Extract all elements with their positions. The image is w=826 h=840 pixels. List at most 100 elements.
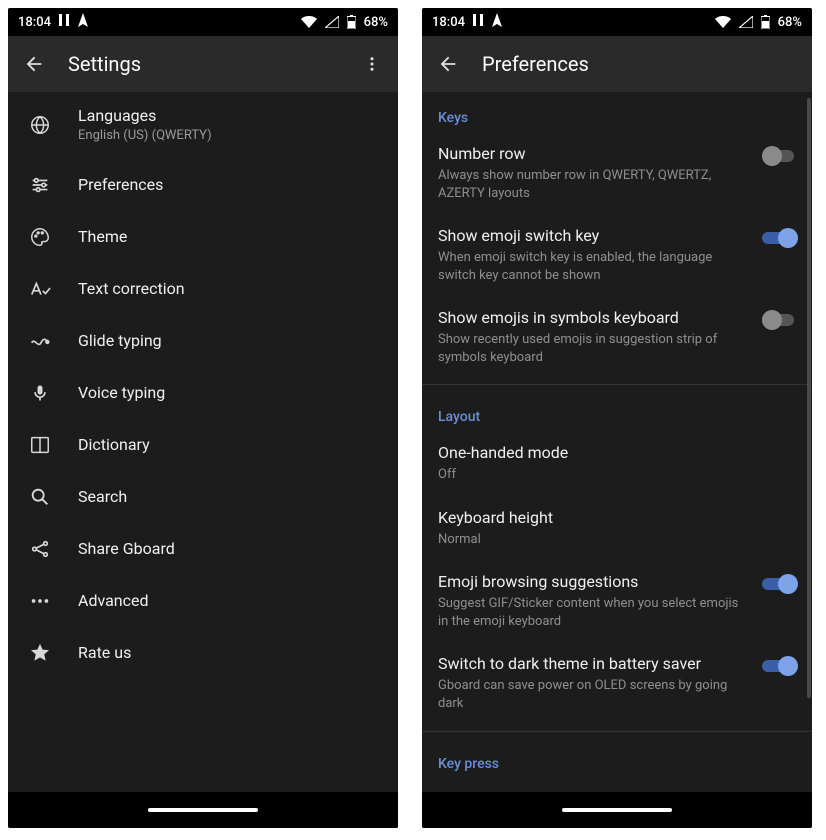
pref-subtitle: When emoji switch key is enabled, the la… <box>438 249 746 284</box>
wifi-icon <box>715 16 731 28</box>
list-item-title: Dictionary <box>78 435 382 454</box>
settings-screen: 18:04 68% Settings <box>8 8 398 828</box>
navigation-bar[interactable] <box>422 792 812 828</box>
pref-number-row[interactable]: Number row Always show number row in QWE… <box>422 132 812 214</box>
pause-icon <box>59 14 69 30</box>
switch-emoji-browsing[interactable] <box>762 574 798 594</box>
settings-item-rate-us[interactable]: Rate us <box>8 627 398 679</box>
pref-title: Show emojis in symbols keyboard <box>438 308 746 327</box>
list-item-title: Languages <box>78 106 382 125</box>
status-time: 18:04 <box>18 15 51 30</box>
switch-emoji-switch-key[interactable] <box>762 228 798 248</box>
switch-emojis-symbols[interactable] <box>762 310 798 330</box>
status-battery-pct: 68% <box>778 15 802 30</box>
status-battery-pct: 68% <box>364 15 388 30</box>
signal-icon <box>739 16 753 28</box>
app-bar: Preferences <box>422 36 812 92</box>
share-icon <box>28 537 52 561</box>
settings-list: Languages English (US) (QWERTY) Preferen… <box>8 92 398 792</box>
settings-item-dictionary[interactable]: Dictionary <box>8 419 398 471</box>
pref-show-emojis-symbols-keyboard[interactable]: Show emojis in symbols keyboard Show rec… <box>422 296 812 378</box>
battery-icon <box>347 15 356 29</box>
status-bar: 18:04 68% <box>8 8 398 36</box>
glide-icon <box>28 329 52 353</box>
settings-item-voice-typing[interactable]: Voice typing <box>8 367 398 419</box>
divider <box>422 384 812 385</box>
list-item-title: Share Gboard <box>78 539 382 558</box>
sliders-icon <box>28 173 52 197</box>
mic-icon <box>28 381 52 405</box>
navigation-icon <box>491 13 503 31</box>
list-item-title: Text correction <box>78 279 382 298</box>
wifi-icon <box>301 16 317 28</box>
pref-title: Keyboard height <box>438 508 798 527</box>
switch-dark-theme-battery[interactable] <box>762 656 798 676</box>
back-button[interactable] <box>20 36 48 92</box>
more-vert-icon <box>363 55 381 73</box>
pref-subtitle: Gboard can save power on OLED screens by… <box>438 677 746 712</box>
status-time: 18:04 <box>432 15 465 30</box>
appbar-title: Preferences <box>482 52 800 76</box>
navigation-icon <box>77 13 89 31</box>
settings-item-theme[interactable]: Theme <box>8 211 398 263</box>
pref-subtitle: Suggest GIF/Sticker content when you sel… <box>438 595 746 630</box>
palette-icon <box>28 225 52 249</box>
dictionary-icon <box>28 433 52 457</box>
pref-title: Sound on keypress <box>438 790 746 792</box>
settings-item-languages[interactable]: Languages English (US) (QWERTY) <box>8 92 398 159</box>
battery-icon <box>761 15 770 29</box>
settings-item-share-gboard[interactable]: Share Gboard <box>8 523 398 575</box>
preferences-screen: 18:04 68% Preferences Ke <box>422 8 812 828</box>
pref-show-emoji-switch-key[interactable]: Show emoji switch key When emoji switch … <box>422 214 812 296</box>
scrollbar[interactable] <box>807 98 811 698</box>
pref-emoji-browsing-suggestions[interactable]: Emoji browsing suggestions Suggest GIF/S… <box>422 560 812 642</box>
settings-item-glide-typing[interactable]: Glide typing <box>8 315 398 367</box>
settings-item-search[interactable]: Search <box>8 471 398 523</box>
pref-title: One-handed mode <box>438 443 798 462</box>
pref-keyboard-height[interactable]: Keyboard height Normal <box>422 496 812 561</box>
list-item-subtitle: English (US) (QWERTY) <box>78 128 382 145</box>
search-icon <box>28 485 52 509</box>
pref-title: Number row <box>438 144 746 163</box>
pref-subtitle: Always show number row in QWERTY, QWERTZ… <box>438 167 746 202</box>
section-header-keys: Keys <box>422 92 812 132</box>
list-item-title: Theme <box>78 227 382 246</box>
list-item-title: Advanced <box>78 591 382 610</box>
pref-title: Switch to dark theme in battery saver <box>438 654 746 673</box>
app-bar: Settings <box>8 36 398 92</box>
list-item-title: Preferences <box>78 175 382 194</box>
list-item-title: Voice typing <box>78 383 382 402</box>
pref-title: Emoji browsing suggestions <box>438 572 746 591</box>
list-item-title: Rate us <box>78 643 382 662</box>
settings-item-text-correction[interactable]: Text correction <box>8 263 398 315</box>
appbar-title: Settings <box>68 52 338 76</box>
pref-subtitle: Show recently used emojis in suggestion … <box>438 331 746 366</box>
pref-dark-theme-battery-saver[interactable]: Switch to dark theme in battery saver Gb… <box>422 642 812 724</box>
switch-number-row[interactable] <box>762 146 798 166</box>
divider <box>422 731 812 732</box>
overflow-menu-button[interactable] <box>358 36 386 92</box>
dots-icon <box>28 589 52 613</box>
pref-subtitle: Normal <box>438 531 798 549</box>
status-bar: 18:04 68% <box>422 8 812 36</box>
text-correction-icon <box>28 277 52 301</box>
pref-sound-on-keypress[interactable]: Sound on keypress <box>422 778 812 792</box>
back-arrow-icon <box>437 53 459 75</box>
back-button[interactable] <box>434 36 462 92</box>
pref-title: Show emoji switch key <box>438 226 746 245</box>
pause-icon <box>473 14 483 30</box>
settings-item-preferences[interactable]: Preferences <box>8 159 398 211</box>
globe-icon <box>28 113 52 137</box>
star-icon <box>28 641 52 665</box>
navigation-bar[interactable] <box>8 792 398 828</box>
settings-item-advanced[interactable]: Advanced <box>8 575 398 627</box>
section-header-layout: Layout <box>422 391 812 431</box>
list-item-title: Search <box>78 487 382 506</box>
list-item-title: Glide typing <box>78 331 382 350</box>
gesture-pill-icon <box>562 808 672 812</box>
pref-one-handed-mode[interactable]: One-handed mode Off <box>422 431 812 496</box>
back-arrow-icon <box>23 53 45 75</box>
signal-icon <box>325 16 339 28</box>
section-header-keypress: Key press <box>422 738 812 778</box>
pref-subtitle: Off <box>438 466 798 484</box>
